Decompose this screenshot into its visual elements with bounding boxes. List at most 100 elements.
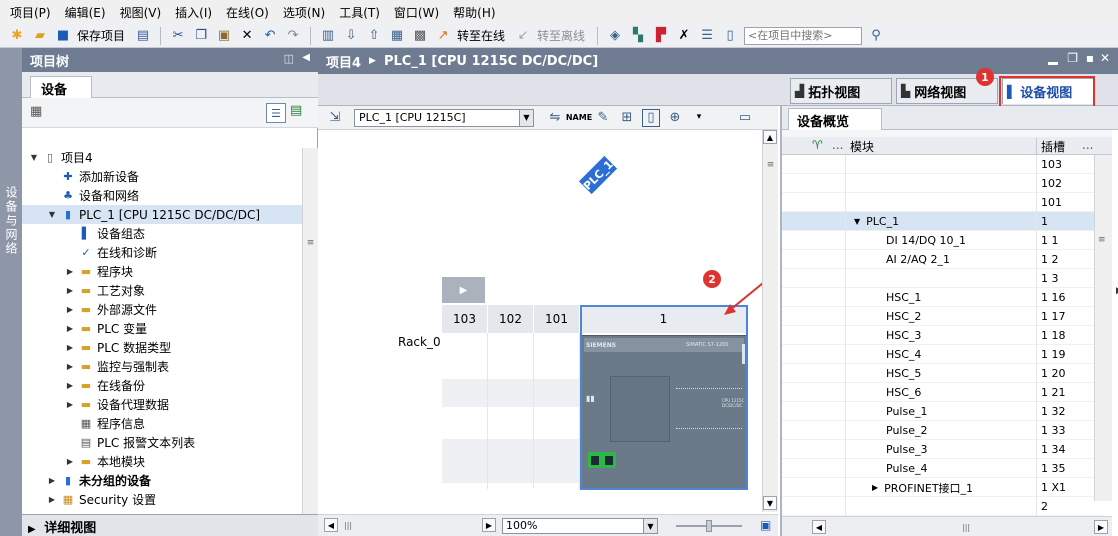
tree-item[interactable]: ▼ ▮ PLC_1 [CPU 1215C DC/DC/DC] [22,205,302,224]
pin-icon[interactable]: ◫ [284,52,294,65]
tree-view-icon[interactable]: ▤ [290,103,302,118]
collapse-pane-icon[interactable]: ◀ [302,52,310,63]
menu-item-4[interactable]: 在线(O) [226,4,269,21]
close-icon[interactable]: ✕ [1100,51,1110,65]
table-row[interactable]: AI 2/AQ 2_1 1 2 [782,250,1104,269]
detail-view-header[interactable]: ▶ 详细视图 [22,514,318,536]
expand-closed-icon[interactable]: ▶ [64,457,76,466]
save-project-button[interactable]: 保存项目 [77,27,125,44]
zoom-dropdown-icon[interactable]: ▾ [690,109,708,127]
go-online-icon[interactable]: ↗ [434,27,452,45]
table-row[interactable]: 103 [782,155,1104,174]
stop-cpu-icon[interactable]: ▛ [652,27,670,45]
tree-item[interactable]: ▦ 程序信息 [22,414,302,433]
start-simulation-icon[interactable]: ▩ [411,27,429,45]
tree-item[interactable]: ✚ 添加新设备 [22,167,302,186]
table-row[interactable]: HSC_4 1 19 [782,345,1104,364]
cross-reference-icon[interactable]: ▚ [629,27,647,45]
tree-item[interactable]: ▶ ▬ PLC 数据类型 [22,338,302,357]
slot-102[interactable] [488,333,534,489]
table-row[interactable]: Pulse_1 1 32 [782,402,1104,421]
go-offline-icon[interactable]: ↙ [514,27,532,45]
expand-detail-icon[interactable]: ▶ [28,524,36,535]
scroll-down-icon[interactable]: ▼ [763,496,777,510]
undo-icon[interactable]: ↶ [261,27,279,45]
menu-item-8[interactable]: 帮助(H) [453,4,495,21]
tree-item[interactable]: ▶ ▬ 工艺对象 [22,281,302,300]
float-icon[interactable]: ▪ [1086,51,1094,65]
project-search-input[interactable] [744,26,863,45]
table-row[interactable]: 101 [782,193,1104,212]
grid-icon[interactable]: ⊞ [618,109,636,127]
tab-topology-view[interactable]: ▟ 拓扑视图 [790,78,892,104]
simulation-icon[interactable]: ▦ [388,27,406,45]
expand-closed-icon[interactable]: ▶ [64,286,76,295]
tree-item[interactable]: ▶ ▬ 监控与强制表 [22,357,302,376]
menu-item-3[interactable]: 插入(I) [175,4,212,21]
table-row[interactable]: HSC_5 1 20 [782,364,1104,383]
expand-closed-icon[interactable]: ▶ [46,476,58,485]
device-overview-tab[interactable]: 设备概览 [788,108,882,130]
show-module-labels-icon[interactable]: ⇋ [546,109,564,127]
scroll-left-icon[interactable]: ◀ [812,520,826,534]
menu-item-6[interactable]: 工具(T) [339,4,380,21]
expand-open-icon[interactable]: ▼ [46,210,58,219]
side-task-card-tab[interactable]: 设备与网络 [0,48,22,536]
expand-closed-icon[interactable]: ▶ [872,483,878,492]
restore-icon[interactable]: ❐ [1067,51,1078,65]
tree-item[interactable]: ♣ 设备和网络 [22,186,302,205]
accessible-devices-icon[interactable]: ◈ [606,27,624,45]
device-canvas[interactable]: PLC_1 ▶ 103 102 101 1 Rack_0 SIEMENS SIM… [318,130,762,512]
tree-item[interactable]: ▤ PLC 报警文本列表 [22,433,302,452]
tree-item[interactable]: ▶ ▬ 在线备份 [22,376,302,395]
fit-page-icon[interactable]: ▣ [760,518,771,532]
menu-item-1[interactable]: 编辑(E) [65,4,106,21]
expand-closed-icon[interactable]: ▶ [64,343,76,352]
tree-item[interactable]: ▶ ▬ 外部源文件 [22,300,302,319]
redo-icon[interactable]: ↷ [284,27,302,45]
chevron-down-icon[interactable]: ▼ [643,519,657,533]
save-icon[interactable]: ■ [54,27,72,45]
go-offline-button[interactable]: 转至离线 [537,27,585,44]
tree-item[interactable]: ▶ ▬ 本地模块 [22,452,302,471]
expand-closed-icon[interactable]: ▶ [64,267,76,276]
table-row[interactable]: 2 [782,497,1104,516]
plc-name-tag[interactable]: PLC_1 [578,155,618,195]
expand-closed-icon[interactable]: ▶ [64,324,76,333]
menu-item-2[interactable]: 视图(V) [120,4,162,21]
chevron-down-icon[interactable]: ▼ [519,109,533,126]
tree-vertical-scrollbar[interactable]: ≡ [302,148,318,514]
split-horizontal-icon[interactable]: ☰ [698,27,716,45]
slot-101[interactable] [534,333,580,489]
show-modules-icon[interactable]: ✎ [594,109,612,127]
split-vertical-icon[interactable]: ▯ [721,27,739,45]
slot-column-header[interactable]: 插槽 [1036,138,1065,156]
expand-closed-icon[interactable]: ▶ [64,305,76,314]
zoom-slider-handle[interactable] [706,520,712,532]
new-project-icon[interactable]: ✱ [8,27,26,45]
table-row[interactable]: 1 3 [782,269,1104,288]
delete-icon[interactable]: ✕ [238,27,256,45]
go-online-button[interactable]: 转至在线 [457,27,505,44]
table-row[interactable]: Pulse_3 1 34 [782,440,1104,459]
expand-closed-icon[interactable]: ▶ [64,362,76,371]
scroll-right-icon[interactable]: ▶ [1094,520,1108,534]
overview-horizontal-scrollbar[interactable]: ◀ ||| ▶ [782,516,1112,536]
open-project-icon[interactable]: ▰ [31,27,49,45]
scroll-right-icon[interactable]: ▶ [482,518,496,532]
table-row[interactable]: 102 [782,174,1104,193]
table-row[interactable]: Pulse_2 1 33 [782,421,1104,440]
print-icon[interactable]: ▤ [134,27,152,45]
device-tools-icon[interactable]: ⇲ [326,109,344,127]
upload-icon[interactable]: ⇧ [365,27,383,45]
table-row[interactable]: HSC_3 1 18 [782,326,1104,345]
scroll-left-icon[interactable]: ◀ [324,518,338,532]
table-row[interactable]: HSC_2 1 17 [782,307,1104,326]
compile-icon[interactable]: ▥ [319,27,337,45]
scroll-up-icon[interactable]: ▲ [763,130,777,144]
tree-settings-icon[interactable]: ▦ [30,104,42,119]
canvas-vertical-scrollbar[interactable]: ▲ ≡ ▼ [762,130,778,512]
devices-tab[interactable]: 设备 [30,76,92,98]
menu-item-7[interactable]: 窗口(W) [394,4,439,21]
minimize-icon[interactable] [1048,62,1058,65]
